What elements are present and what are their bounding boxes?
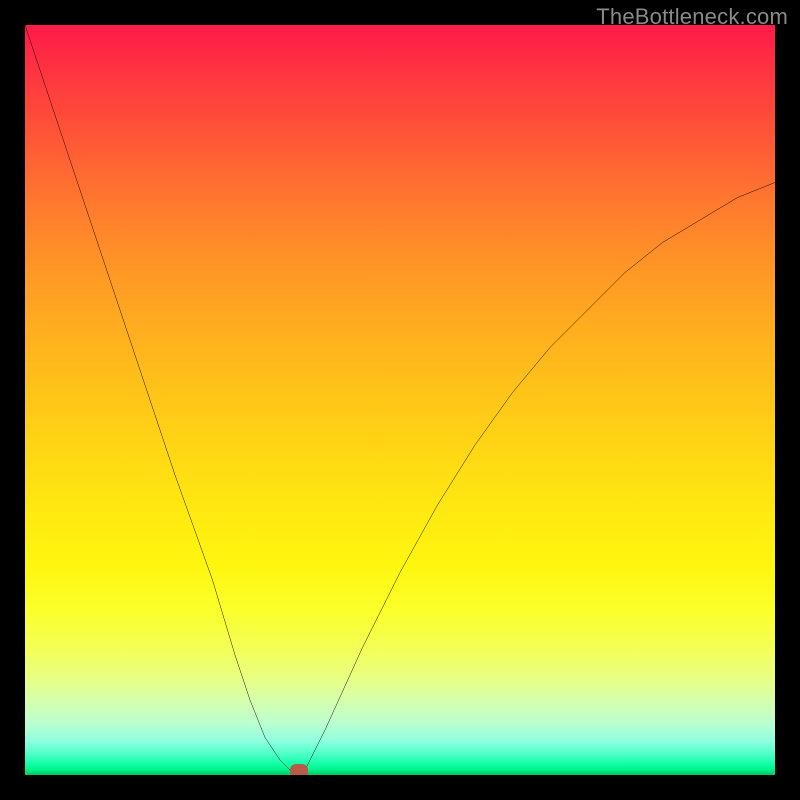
chart-frame: TheBottleneck.com xyxy=(0,0,800,800)
bottleneck-curve xyxy=(25,25,775,775)
plot-area xyxy=(25,25,775,775)
optimal-point-marker xyxy=(290,764,308,775)
watermark-text: TheBottleneck.com xyxy=(596,4,788,30)
curve-svg xyxy=(25,25,775,775)
